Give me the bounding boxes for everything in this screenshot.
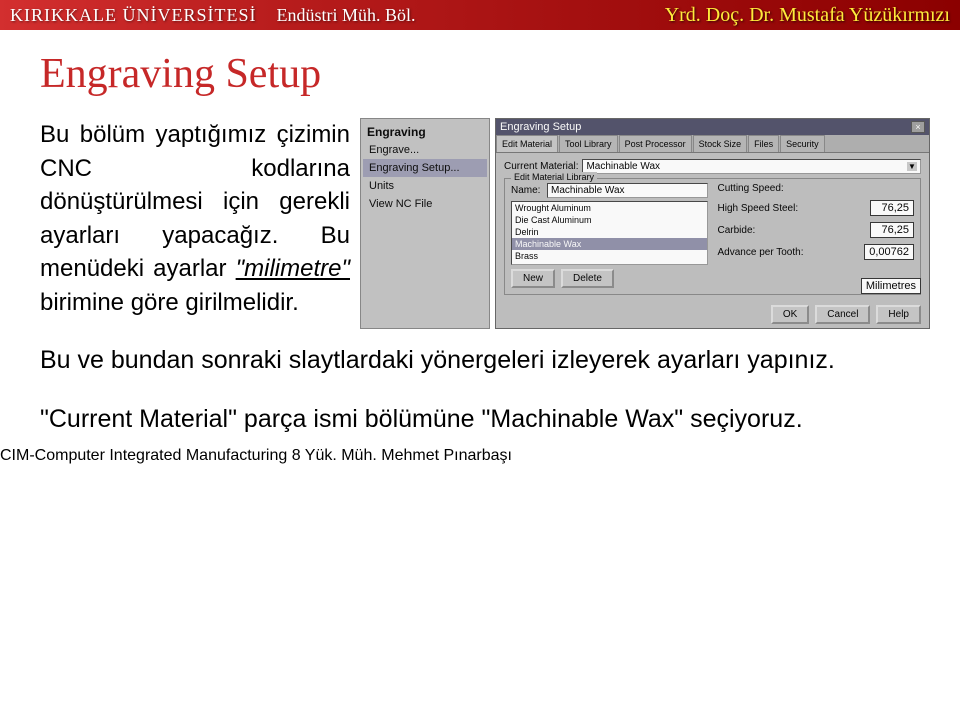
slide-content: Engraving Setup Bu bölüm yaptığımız çizi… [0,30,960,447]
instruction-paragraph: Bu ve bundan sonraki slaytlardaki yönerg… [40,343,930,378]
instructor-name: Yrd. Doç. Dr. Mustafa Yüzükırmızı [665,4,950,27]
current-material-label: Current Material: [504,161,578,172]
cutting-speed-row: Cutting Speed: [718,183,915,194]
screenshot-cluster: Engraving Engrave... Engraving Setup... … [360,118,930,329]
cutting-speed-label: Cutting Speed: [718,183,784,194]
slide-footer: CIM-Computer Integrated Manufacturing 8 … [0,447,960,465]
para1-emphasis: "milimetre" [236,255,350,282]
engraving-menu-screenshot: Engraving Engrave... Engraving Setup... … [360,118,490,329]
units-annotation: Milimetres [861,278,921,294]
name-label: Name: [511,185,543,196]
course-name: CIM-Computer Integrated Manufacturing [0,447,287,464]
carbide-value[interactable]: 76,25 [870,222,914,238]
tab-post-processor[interactable]: Post Processor [619,135,692,152]
tab-edit-material[interactable]: Edit Material [496,135,558,152]
list-item[interactable]: Steel [512,262,707,265]
list-item[interactable]: Machinable Wax [512,238,707,250]
page-number: 8 [292,447,301,464]
name-value: Machinable Wax [551,185,625,196]
hss-row: High Speed Steel: 76,25 [718,200,915,216]
material-listbox[interactable]: Wrought Aluminum Die Cast Aluminum Delri… [511,201,708,265]
carbide-label: Carbide: [718,225,756,236]
ok-button[interactable]: OK [771,305,809,324]
speed-column: Cutting Speed: High Speed Steel: 76,25 C… [718,183,915,288]
menu-heading: Engraving [363,123,487,141]
material-column: Name: Machinable Wax Wrought Aluminum Di… [511,183,708,288]
current-material-dropdown[interactable]: Machinable Wax ▼ [582,159,921,174]
carbide-row: Carbide: 76,25 [718,222,915,238]
tab-tool-library[interactable]: Tool Library [559,135,618,152]
current-material-value: Machinable Wax [586,161,660,172]
name-field[interactable]: Machinable Wax [547,183,708,198]
advance-row: Advance per Tooth: 0,00762 [718,244,915,260]
intro-paragraph: Bu bölüm yaptığımız çizimin CNC kodların… [40,118,350,329]
new-button[interactable]: New [511,269,555,288]
dialog-tabs: Edit Material Tool Library Post Processo… [496,135,929,153]
para1-text-b: birimine göre girilmelidir. [40,289,299,316]
hss-label: High Speed Steel: [718,203,799,214]
menu-item-view-nc[interactable]: View NC File [363,195,487,213]
tab-stock-size[interactable]: Stock Size [693,135,748,152]
dialog-footer: OK Cancel Help [496,301,929,328]
dialog-titlebar: Engraving Setup × [496,119,929,135]
menu-item-units[interactable]: Units [363,177,487,195]
list-item[interactable]: Brass [512,250,707,262]
delete-button[interactable]: Delete [561,269,614,288]
tab-security[interactable]: Security [780,135,825,152]
list-item[interactable]: Delrin [512,226,707,238]
group-columns: Name: Machinable Wax Wrought Aluminum Di… [511,183,914,288]
help-button[interactable]: Help [876,305,921,324]
advance-value[interactable]: 0,00762 [864,244,914,260]
groupbox-title: Edit Material Library [511,172,597,182]
dialog-title: Engraving Setup [500,121,581,133]
current-material-paragraph: "Current Material" parça ismi bölümüne "… [40,402,930,437]
list-item[interactable]: Die Cast Aluminum [512,214,707,226]
name-row: Name: Machinable Wax [511,183,708,198]
department-name: Endüstri Müh. Böl. [276,5,415,26]
slide-title: Engraving Setup [40,50,930,98]
chevron-down-icon: ▼ [907,162,917,171]
hss-value[interactable]: 76,25 [870,200,914,216]
edit-material-library-group: Edit Material Library Name: Machinable W… [504,178,921,295]
tab-files[interactable]: Files [748,135,779,152]
slide-header: KIRIKKALE ÜNİVERSİTESİ Endüstri Müh. Böl… [0,0,960,30]
engraving-setup-dialog: Engraving Setup × Edit Material Tool Lib… [495,118,930,329]
cancel-button[interactable]: Cancel [815,305,870,324]
close-icon[interactable]: × [911,121,925,133]
menu-item-engrave[interactable]: Engrave... [363,141,487,159]
advance-label: Advance per Tooth: [718,247,804,258]
slide-body-row: Bu bölüm yaptığımız çizimin CNC kodların… [40,118,930,329]
list-item[interactable]: Wrought Aluminum [512,202,707,214]
author-name: Yük. Müh. Mehmet Pınarbaşı [305,447,512,464]
university-name: KIRIKKALE ÜNİVERSİTESİ [10,5,256,26]
material-button-row: New Delete [511,269,708,288]
menu-item-engraving-setup[interactable]: Engraving Setup... [363,159,487,177]
